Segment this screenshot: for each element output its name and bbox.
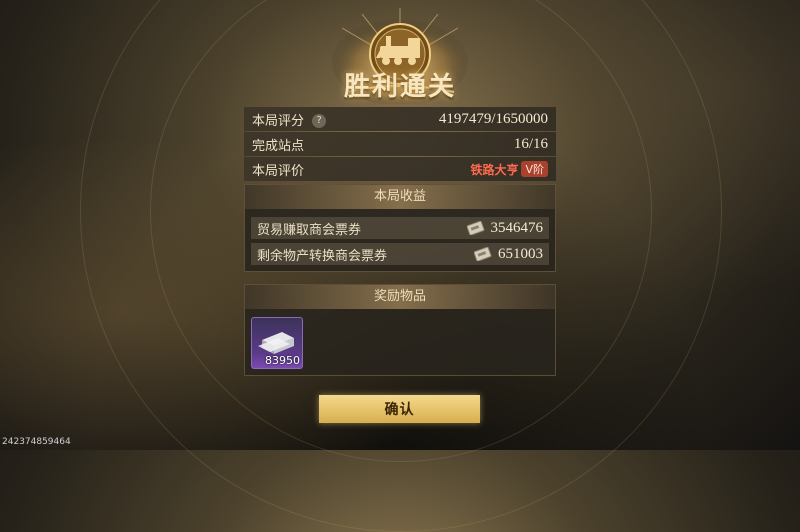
- income-label: 贸易赚取商会票券: [257, 222, 362, 238]
- income-row-convert: 剩余物产转换商会票券 651003: [251, 243, 549, 265]
- stats-panel: 本局评分 ? 4197479/1650000 完成站点 16/16 本局评价 铁…: [244, 107, 556, 182]
- help-icon[interactable]: ?: [312, 114, 327, 128]
- income-panel: 本局收益 贸易赚取商会票券 3546476 剩余物产转换商会票券 651003: [244, 184, 556, 272]
- reward-count: 83950: [265, 354, 300, 367]
- income-row-trade: 贸易赚取商会票券 3546476: [251, 217, 549, 239]
- score-row: 本局评分 ? 4197479/1650000: [244, 107, 556, 131]
- confirm-button[interactable]: 确认: [319, 395, 480, 423]
- rewards-header: 奖励物品: [245, 285, 555, 309]
- ticket-icon: [474, 247, 492, 261]
- stations-label: 完成站点: [252, 138, 305, 154]
- stations-value: 16/16: [513, 135, 548, 152]
- income-label: 剩余物产转换商会票券: [257, 248, 388, 264]
- ticket-icon: [466, 221, 485, 235]
- income-header: 本局收益: [245, 185, 555, 209]
- rating-tier: V阶: [521, 161, 548, 177]
- stations-row: 完成站点 16/16: [244, 132, 556, 156]
- page-title: 胜利通关: [343, 72, 456, 102]
- reward-item[interactable]: 83950: [251, 317, 303, 369]
- score-value: 4197479/1650000: [438, 110, 548, 127]
- rating-value: 铁路大亨: [470, 162, 519, 177]
- rating-badge: 铁路大亨 V阶: [470, 161, 548, 178]
- rating-row: 本局评价 铁路大亨 V阶: [244, 157, 556, 181]
- user-id: 242374859464: [2, 437, 71, 447]
- income-value: 3546476: [490, 219, 544, 236]
- rewards-panel: 奖励物品 83950: [244, 284, 556, 376]
- score-label: 本局评分: [252, 113, 305, 129]
- income-value: 651003: [498, 245, 543, 262]
- rating-label: 本局评价: [252, 163, 305, 179]
